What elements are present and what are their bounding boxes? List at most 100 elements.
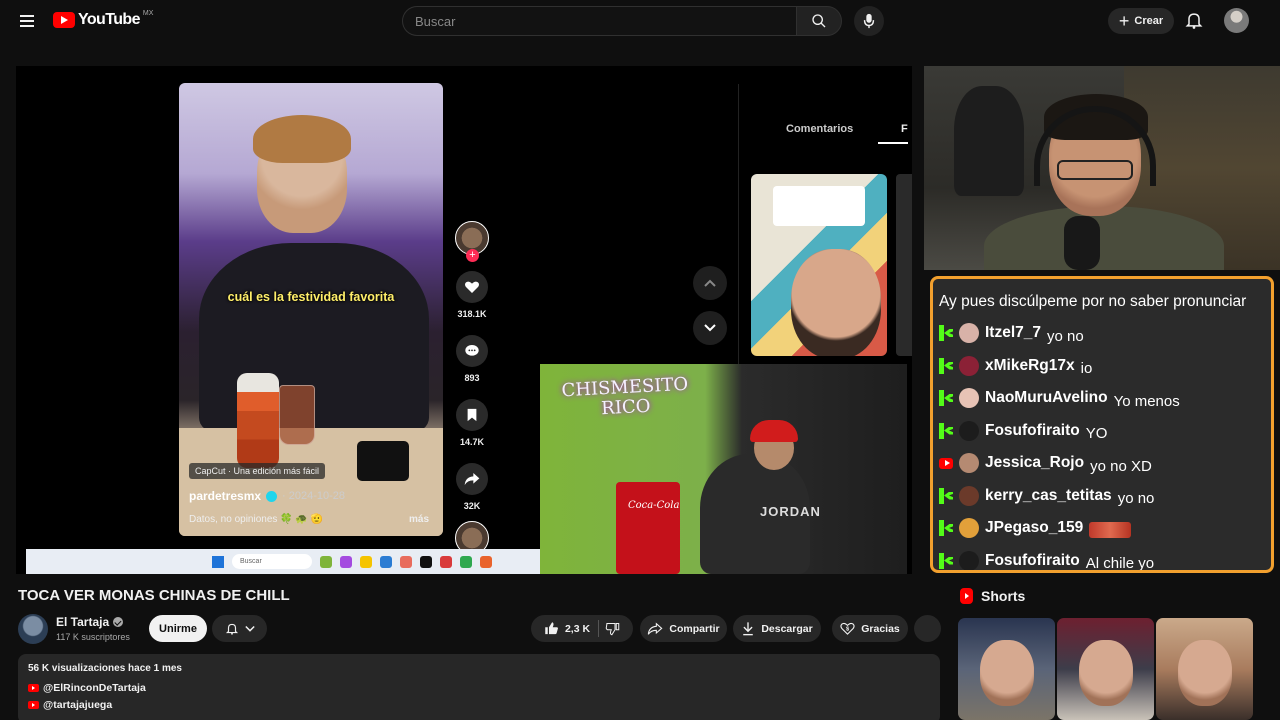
download-button[interactable]: Descargar (733, 615, 821, 642)
chat-message-text: io (1080, 360, 1093, 377)
chat-message: JPegaso_159 (939, 518, 1132, 538)
share-arrow-icon (464, 473, 480, 485)
chat-message: Jessica_Rojo yo no XD (939, 453, 1152, 475)
search-bar (402, 6, 842, 36)
verified-icon (266, 490, 278, 502)
kick-platform-icon (939, 390, 953, 406)
follow-plus-icon: + (466, 249, 479, 262)
description-channel-link[interactable]: @tartajajuega (28, 699, 930, 711)
taskbar-folder-icon (360, 555, 372, 568)
tiktok-next-button (693, 311, 727, 345)
more-actions-button[interactable] (914, 615, 941, 642)
country-code: MX (142, 9, 154, 17)
description-channel-link[interactable]: @ElRinconDeTartaja (28, 682, 930, 694)
like-dislike-group: 2,3 K (531, 615, 633, 642)
shorts-header: Shorts (960, 588, 1025, 604)
taskbar-chrome-icon (460, 555, 472, 568)
chat-message-text: yo no (1047, 327, 1084, 345)
capcut-badge: CapCut · Una edición más fácil (189, 463, 326, 479)
thumbnail-face (980, 640, 1034, 706)
create-label: Crear (1134, 15, 1164, 27)
chat-username: Fosufofiraito (985, 551, 1080, 569)
channel-link-text[interactable]: @ElRinconDeTartaja (43, 682, 146, 694)
search-input[interactable] (402, 6, 796, 36)
chat-username: xMikeRg17x (985, 356, 1075, 374)
create-button[interactable]: + Crear (1108, 8, 1174, 34)
heart-icon (465, 281, 479, 293)
chat-user-avatar (959, 518, 979, 538)
chat-message-text: Al chile yo (1085, 555, 1155, 572)
kick-platform-icon (939, 552, 953, 569)
taskbar-tiktok-icon (420, 555, 432, 568)
chat-username: NaoMuruAvelino (985, 389, 1108, 406)
taskbar-app-icon (340, 555, 352, 568)
channel-name-row[interactable]: El Tartaja (56, 615, 124, 629)
chevron-down-icon (704, 324, 716, 332)
channel-link-text[interactable]: @tartajajuega (43, 699, 112, 711)
tiktok-related-thumbnail-2 (896, 174, 912, 356)
logo-text: YouTube (78, 11, 140, 28)
tiktok-date: · 2024-10-28 (282, 490, 346, 502)
download-label: Descargar (761, 622, 813, 635)
share-button[interactable]: Compartir (640, 615, 727, 642)
voice-search-button[interactable] (854, 6, 884, 36)
tiktok-creator-avatar: + (455, 221, 489, 262)
embedded-tiktok-video: cuál es la festividad favorita CapCut · … (179, 83, 443, 536)
subscription-bell-button[interactable] (212, 615, 267, 642)
like-button[interactable]: 2,3 K (544, 620, 600, 637)
chat-message-text: YO (1085, 425, 1108, 442)
tiktok-person-hair (253, 115, 351, 163)
search-button[interactable] (796, 6, 842, 36)
tiktok-username: pardetresmx (189, 489, 262, 503)
chat-emote (1089, 522, 1132, 538)
thanks-button[interactable]: $ Gracias (832, 615, 908, 642)
verified-check-icon (113, 617, 124, 627)
tiktok-share-count: 32K (463, 501, 481, 511)
coca-cola-fridge (616, 482, 680, 574)
bell-icon (225, 623, 238, 635)
tiktok-related-thumbnail (751, 174, 887, 356)
streamer-webcam (924, 66, 1280, 270)
short-thumbnail[interactable] (1156, 618, 1253, 720)
shirt-text: JORDAN (760, 504, 821, 519)
join-button[interactable]: Unirme (149, 615, 207, 642)
fridge-label: Coca-Cola (628, 500, 680, 511)
short-thumbnail[interactable] (958, 618, 1055, 720)
cup (279, 385, 315, 445)
chat-user-avatar (959, 355, 979, 376)
tiktok-share: 32K (452, 463, 492, 511)
channel-name[interactable]: El Tartaja (56, 615, 109, 629)
tiktok-tab-underline (878, 142, 908, 144)
chat-message-text: yo no XD (1090, 457, 1152, 475)
masthead: YouTube MX + Crear (0, 0, 1280, 42)
menu-icon[interactable] (17, 12, 37, 30)
download-icon (743, 622, 754, 636)
chat-username: Jessica_Rojo (985, 454, 1085, 471)
search-icon (812, 14, 826, 28)
chat-user-avatar (959, 323, 979, 343)
chat-user-avatar (959, 388, 979, 408)
video-player[interactable]: cuál es la festividad favorita CapCut · … (16, 66, 912, 574)
shorts-icon (960, 588, 973, 604)
account-avatar[interactable] (1224, 8, 1249, 33)
chat-message-text: Ay pues discúlpeme por no saber pronunci… (939, 293, 1247, 310)
notifications-bell-icon[interactable] (1184, 10, 1204, 30)
tiktok-prev-button (693, 266, 727, 300)
windows-start-icon (212, 555, 224, 568)
youtube-logo[interactable]: YouTube MX (53, 9, 154, 29)
thumbs-down-icon[interactable] (605, 621, 620, 636)
description-box[interactable]: 56 K visualizaciones hace 1 mes @ElRinco… (18, 654, 940, 720)
chat-user-avatar (959, 453, 979, 473)
tiktok-other-tab: F (901, 123, 908, 135)
glasses (1057, 160, 1133, 180)
microphone-icon (863, 13, 875, 29)
short-thumbnail[interactable] (1057, 618, 1154, 720)
share-icon (648, 621, 663, 635)
tiktok-description: Datos, no opiniones 🍀 🐢 🫡 (189, 514, 324, 525)
chat-message-text: Yo menos (1113, 392, 1180, 410)
windows-taskbar: Buscar (26, 549, 540, 574)
youtube-platform-icon (939, 455, 953, 471)
tiktok-comments-tab: Comentarios (786, 123, 854, 135)
channel-avatar[interactable] (18, 614, 48, 644)
chat-username: JPegaso_159 (985, 519, 1084, 536)
